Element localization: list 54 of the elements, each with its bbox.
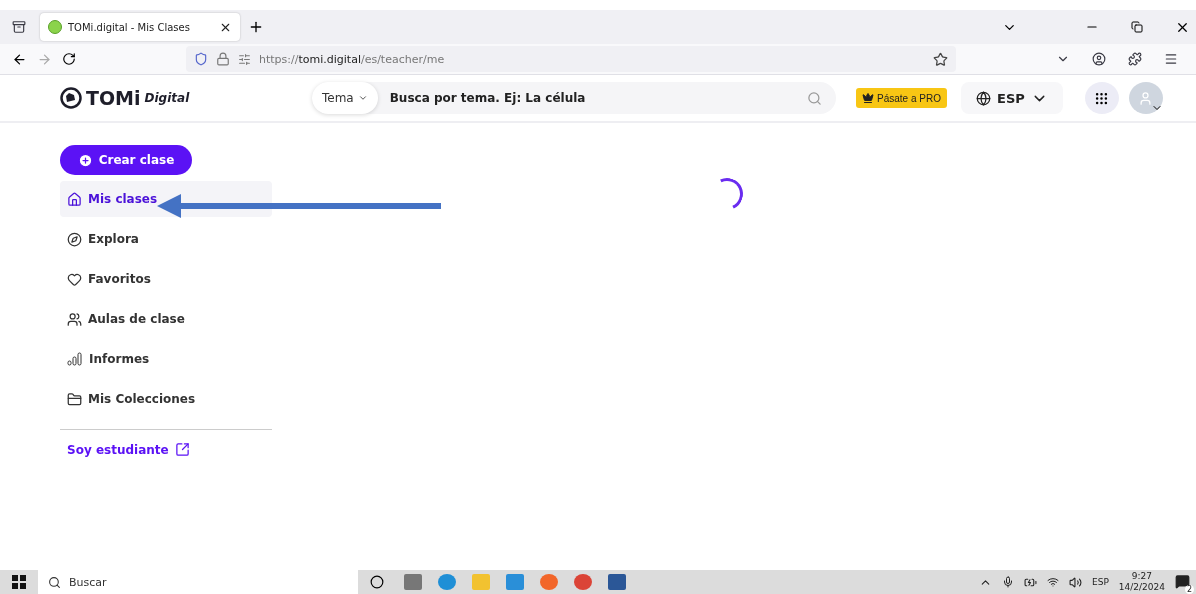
permissions-icon[interactable] — [238, 52, 251, 66]
topic-dropdown[interactable]: Tema — [312, 82, 378, 114]
user-silhouette-icon — [1138, 90, 1154, 106]
heart-icon — [67, 271, 82, 287]
sidebar-item[interactable]: Favoritos — [60, 261, 272, 297]
sidebar-item[interactable]: Mis Colecciones — [60, 381, 272, 417]
taskbar-search-field[interactable]: Buscar — [38, 570, 358, 594]
search-icon[interactable] — [807, 90, 822, 106]
volume-icon[interactable] — [1069, 575, 1082, 589]
brand-logo-text: TOMi — [86, 87, 141, 109]
home-icon — [67, 191, 82, 207]
sidebar-item-label: Mis clases — [88, 192, 158, 206]
wifi-icon[interactable] — [1047, 576, 1059, 588]
apps-grid-button[interactable] — [1084, 82, 1119, 114]
caret-icon — [357, 93, 368, 103]
language-dropdown[interactable]: ESP — [960, 82, 1063, 114]
external-link-icon — [174, 442, 190, 457]
globe-icon — [976, 90, 992, 106]
crown-icon — [862, 92, 874, 104]
lock-icon[interactable] — [216, 52, 230, 66]
sidebar-item-label: Explora — [88, 232, 139, 246]
sidebar-item-label: Favoritos — [88, 272, 151, 286]
bookmark-star-icon[interactable] — [933, 51, 948, 67]
student-link[interactable]: Soy estudiante — [60, 442, 272, 457]
reload-icon[interactable] — [62, 52, 76, 66]
bar-chart-icon — [67, 352, 83, 366]
shield-icon[interactable] — [194, 52, 208, 66]
sidebar-item-label: Informes — [89, 352, 150, 366]
back-icon[interactable] — [12, 51, 27, 67]
folder-icon — [67, 391, 82, 407]
grid-dots-icon — [1094, 90, 1110, 106]
address-field[interactable]: https://tomi.digital/es/teacher/me — [186, 46, 956, 72]
sidebar-item[interactable]: Explora — [60, 221, 272, 257]
sidebar-item[interactable]: Informes — [60, 341, 272, 377]
create-class-button[interactable]: Crear clase — [60, 145, 192, 175]
people-icon — [67, 311, 82, 327]
plus-circle-icon — [77, 152, 93, 168]
restore-icon[interactable] — [1131, 21, 1143, 33]
search-bar[interactable]: Tema Busca por tema. Ej: La célula — [312, 82, 836, 114]
compass-icon — [67, 231, 82, 247]
cortana-icon[interactable] — [370, 575, 384, 589]
microphone-icon[interactable] — [1002, 576, 1014, 588]
sidebar-item[interactable]: Aulas de clase — [60, 301, 272, 337]
new-tab-icon[interactable] — [248, 19, 264, 35]
brand-logo-suffix: Digital — [144, 91, 190, 105]
search-icon — [48, 575, 61, 589]
search-field[interactable]: Busca por tema. Ej: La célula — [377, 91, 807, 105]
sidebar-item-label: Mis Colecciones — [88, 392, 196, 406]
site-favicon-icon — [48, 20, 62, 34]
sidebar-item-label: Aulas de clase — [88, 312, 185, 326]
browser-tab[interactable]: TOMi.digital - Mis Clases — [40, 13, 240, 41]
clock[interactable]: 9:27 14/2/2024 — [1118, 571, 1165, 593]
go-pro-button[interactable]: Pásate a PRO — [856, 88, 947, 108]
input-language-label[interactable]: ESP — [1092, 577, 1109, 587]
